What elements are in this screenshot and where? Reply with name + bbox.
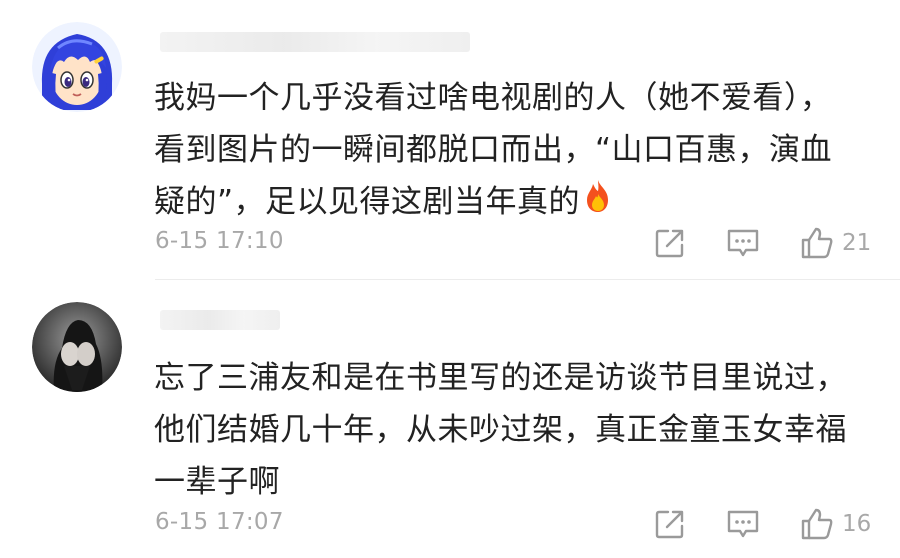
avatar[interactable] [32,22,122,112]
comment-line: 忘了三浦友和是在书里写的还是访谈节目里说过， [154,360,847,396]
comment-timestamp: 6-15 17:07 [155,509,284,535]
username-redacted[interactable] [160,32,470,52]
thumbs-up-icon [801,227,833,259]
comment-icon [727,229,759,257]
comment-text: 我妈一个几乎没看过啥电视剧的人（她不爱看）， 看到图片的一瞬间都脱口而出，“山口… [154,72,874,230]
share-button[interactable] [654,226,686,260]
avatar[interactable] [32,302,122,392]
comment-line: 他们结婚几十年，从未吵过架，真正金童玉女幸福 [154,412,847,448]
username-redacted[interactable] [160,310,280,330]
anime-girl-avatar-icon [32,22,122,112]
share-icon [655,510,684,539]
comment-item: 忘了三浦友和是在书里写的还是访谈节目里说过， 他们结婚几十年，从未吵过架，真正金… [0,280,900,558]
like-button[interactable]: 21 [800,226,871,260]
reply-button[interactable] [726,507,760,541]
comment-timestamp: 6-15 17:10 [155,228,284,254]
share-button[interactable] [654,507,686,541]
comment-line: 一辈子啊 [154,464,280,500]
like-count: 21 [842,230,872,256]
comment-text: 忘了三浦友和是在书里写的还是访谈节目里说过， 他们结婚几十年，从未吵过架，真正金… [154,352,874,508]
girl-covering-face-avatar-icon [32,302,122,392]
like-count: 16 [842,511,872,537]
comment-line-with-emoji: 疑的”，足以见得这剧当年真的 [154,176,874,230]
reply-button[interactable] [726,226,760,260]
comment-line: 疑的”，足以见得这剧当年真的 [154,184,581,220]
thumbs-up-icon [801,508,833,540]
share-icon [655,229,684,258]
comment-item: 我妈一个几乎没看过啥电视剧的人（她不爱看）， 看到图片的一瞬间都脱口而出，“山口… [0,0,900,280]
comment-line: 我妈一个几乎没看过啥电视剧的人（她不爱看）， [154,80,832,116]
fire-icon [582,178,614,230]
comment-line: 看到图片的一瞬间都脱口而出，“山口百惠，演血 [154,132,833,168]
like-button[interactable]: 16 [800,507,871,541]
comment-icon [727,510,759,538]
